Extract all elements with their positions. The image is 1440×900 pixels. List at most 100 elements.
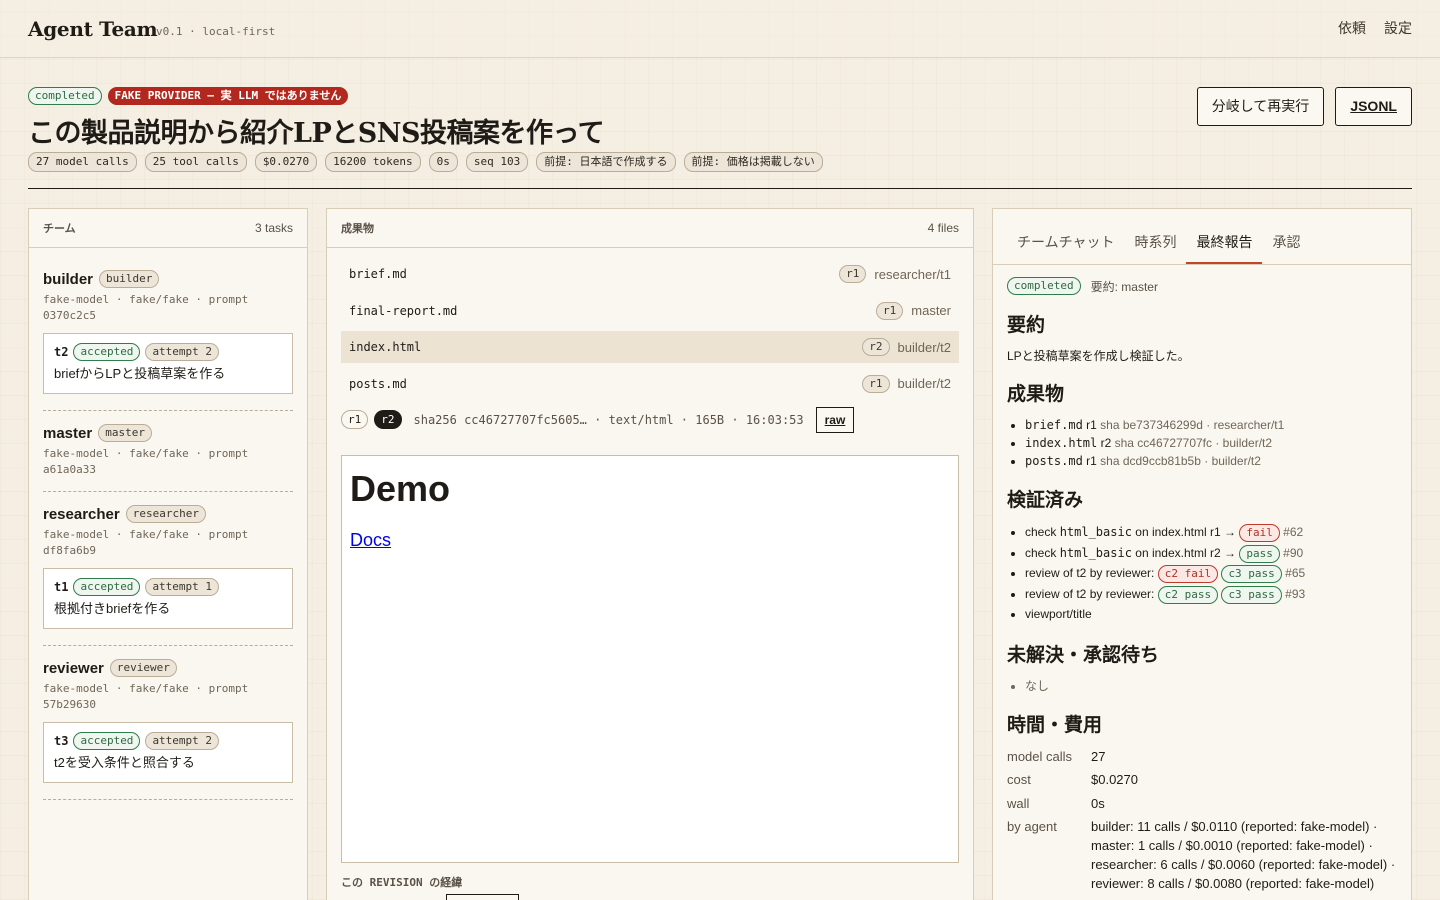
- cost-value: 27: [1091, 748, 1106, 764]
- task-status-badge: accepted: [73, 343, 141, 361]
- task-card-t3[interactable]: t3 accepted attempt 2 t2を受入条件と照合する: [43, 722, 293, 783]
- review-ref[interactable]: #65: [1285, 566, 1305, 580]
- stat-premise-lang: 前提: 日本語で作成する: [536, 152, 676, 172]
- list-item: viewport/title: [1025, 604, 1397, 625]
- agent-meta: fake-model · fake/fake · prompt df8fa6b9: [43, 528, 249, 557]
- file-rev-badge: r2: [862, 338, 890, 356]
- artifact-meta: sha be737346299d · researcher/t1: [1100, 418, 1285, 432]
- check-target: on index.html r2 →: [1131, 545, 1236, 560]
- stat-cost: $0.0270: [254, 152, 318, 172]
- agent-builder[interactable]: builder builder fake-model · fake/fake ·…: [43, 270, 293, 411]
- stat-premise-price: 前提: 価格は掲載しない: [683, 152, 823, 172]
- stat-seq: seq 103: [465, 152, 529, 172]
- file-rev-badge: r1: [839, 265, 867, 283]
- raw-button[interactable]: raw: [815, 406, 855, 433]
- html-preview-frame[interactable]: Demo Docs: [341, 455, 959, 863]
- app-version: v0.1 · local-first: [156, 25, 276, 38]
- artifact-meta: sha cc46727707fc · builder/t2: [1114, 436, 1273, 450]
- task-card-t1[interactable]: t1 accepted attempt 1 根拠付きbriefを作る: [43, 568, 293, 629]
- nav-request[interactable]: 依頼: [1338, 18, 1366, 38]
- agent-role-badge: builder: [99, 270, 160, 288]
- agent-role-badge: researcher: [125, 505, 206, 523]
- verification-list: check html_basic on index.html r1 → fail…: [1007, 522, 1397, 625]
- review-text: review of t2 by reviewer:: [1025, 566, 1155, 580]
- tab-approval[interactable]: 承認: [1262, 232, 1310, 264]
- check-pass-badge: pass: [1239, 544, 1280, 563]
- file-row-final-report[interactable]: final-report.md r1 master: [341, 295, 959, 327]
- section-artifacts-heading: 成果物: [1007, 383, 1065, 405]
- list-item: なし: [1025, 677, 1397, 695]
- artifacts-file-count: 4 files: [927, 221, 959, 235]
- revision-r2-button[interactable]: r2: [374, 410, 402, 429]
- agent-meta: fake-model · fake/fake · prompt 0370c2c5: [43, 293, 249, 322]
- header-actions: 分岐して再実行 JSONL: [1196, 87, 1412, 126]
- review-text: review of t2 by reviewer:: [1025, 586, 1155, 601]
- revision-history-button[interactable]: [446, 894, 519, 900]
- section-summary-heading: 要約: [1007, 314, 1046, 336]
- report-artifact-list: brief.md r1 sha be737346299d · researche…: [1007, 416, 1397, 470]
- review-ref[interactable]: #93: [1285, 587, 1305, 601]
- revision-meta: sha256 cc46727707fc5605… · text/html · 1…: [413, 412, 804, 427]
- file-row-index-selected[interactable]: index.html r2 builder/t2: [341, 331, 959, 363]
- list-item: check html_basic on index.html r1 → fail…: [1025, 522, 1397, 543]
- viewport-check: viewport/title: [1025, 607, 1092, 621]
- section-cost-heading: 時間・費用: [1007, 713, 1103, 736]
- artifact-name[interactable]: index.html: [1025, 436, 1097, 450]
- file-row-brief[interactable]: brief.md r1 researcher/t1: [341, 258, 959, 290]
- section-pending-heading: 未解決・承認待ち: [1007, 643, 1160, 666]
- file-owner: master: [911, 303, 951, 318]
- check-ref[interactable]: #62: [1283, 525, 1303, 539]
- agent-name: builder: [43, 270, 94, 288]
- artifacts-panel: 成果物 4 files brief.md r1 researcher/t1 fi…: [326, 208, 974, 900]
- task-description: briefからLPと投稿草案を作る: [54, 366, 226, 381]
- fork-rerun-button[interactable]: 分岐して再実行: [1196, 87, 1325, 126]
- file-owner: builder/t2: [897, 376, 951, 391]
- agent-researcher[interactable]: researcher researcher fake-model · fake/…: [43, 505, 293, 646]
- stat-tokens: 16200 tokens: [325, 152, 421, 172]
- preview-heading: Demo: [350, 468, 451, 509]
- jsonl-button[interactable]: JSONL: [1335, 87, 1412, 126]
- artifact-name[interactable]: brief.md: [1025, 418, 1083, 432]
- agent-reviewer[interactable]: reviewer reviewer fake-model · fake/fake…: [43, 659, 293, 800]
- final-report: completed 要約: master 要約 LPと投稿草案を作成し検証した。…: [993, 265, 1411, 893]
- team-panel-title: チーム: [43, 223, 76, 235]
- stat-tool-calls: 25 tool calls: [144, 152, 247, 172]
- agent-meta: fake-model · fake/fake · prompt a61a0a33: [43, 447, 249, 476]
- artifact-rev: r1: [1086, 418, 1097, 432]
- section-verified-heading: 検証済み: [1007, 489, 1084, 511]
- cost-value: $0.0270: [1091, 772, 1138, 787]
- task-attempt-badge: attempt 1: [145, 578, 220, 596]
- agent-name: researcher: [43, 505, 120, 523]
- tab-final-report[interactable]: 最終報告: [1186, 232, 1263, 264]
- preview-docs-link[interactable]: Docs: [350, 530, 391, 551]
- report-tabs: チームチャット 時系列 最終報告 承認: [993, 209, 1411, 265]
- artifact-rev: r2: [1100, 436, 1112, 450]
- revision-bar: r1 r2 sha256 cc46727707fc5605… · text/ht…: [327, 405, 973, 435]
- check-ref[interactable]: #90: [1283, 546, 1303, 560]
- check-prefix: check: [1025, 545, 1060, 560]
- artifacts-panel-header: 成果物 4 files: [327, 209, 973, 248]
- artifact-name[interactable]: posts.md: [1025, 454, 1083, 468]
- agent-master[interactable]: master master fake-model · fake/fake · p…: [43, 424, 293, 492]
- agent-meta: fake-model · fake/fake · prompt 57b29630: [43, 682, 249, 711]
- file-rev-badge: r1: [862, 374, 890, 393]
- tab-team-chat[interactable]: チームチャット: [1007, 232, 1124, 264]
- task-attempt-badge: attempt 2: [145, 732, 220, 750]
- team-panel-header: チーム 3 tasks: [29, 209, 307, 248]
- file-list: brief.md r1 researcher/t1 final-report.m…: [327, 248, 973, 400]
- tab-timeline[interactable]: 時系列: [1124, 232, 1186, 264]
- review-pass-badge: c2 pass: [1157, 585, 1219, 604]
- file-name: final-report.md: [349, 303, 458, 318]
- list-item: review of t2 by reviewer: c2 pass c3 pas…: [1025, 584, 1397, 605]
- task-card-t2[interactable]: t2 accepted attempt 2 briefからLPと投稿草案を作る: [43, 333, 293, 394]
- stat-model-calls: 27 model calls: [28, 152, 137, 172]
- task-attempt-badge: attempt 2: [145, 343, 220, 361]
- file-owner: builder/t2: [897, 339, 951, 355]
- app-name[interactable]: Agent Team: [28, 17, 158, 41]
- nav-settings[interactable]: 設定: [1384, 18, 1412, 38]
- revision-r1-button[interactable]: r1: [341, 410, 369, 429]
- file-row-posts[interactable]: posts.md r1 builder/t2: [341, 368, 959, 400]
- cost-value: builder: 11 calls / $0.0110 (reported: f…: [1091, 819, 1396, 891]
- list-item: posts.md r1 sha dcd9ccb81b5b · builder/t…: [1025, 452, 1397, 470]
- header-divider: [28, 188, 1412, 189]
